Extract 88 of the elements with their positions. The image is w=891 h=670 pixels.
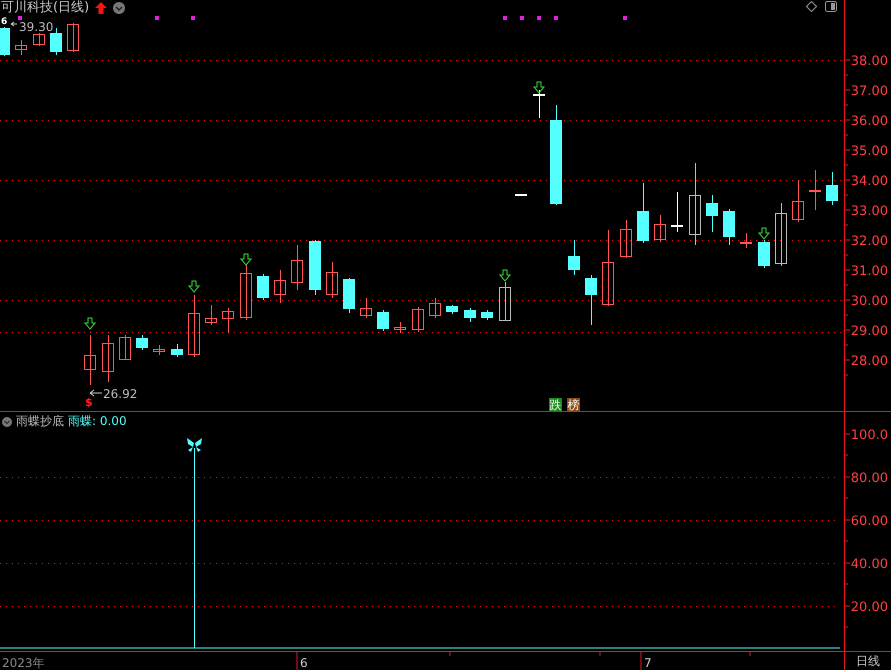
candlestick	[188, 294, 200, 358]
price-axis-label: 32.00	[850, 234, 888, 249]
candlestick	[205, 304, 217, 326]
candlestick	[568, 240, 580, 276]
candlestick	[394, 322, 406, 334]
candlestick	[637, 182, 649, 244]
date-axis-label: 2023年	[2, 656, 45, 670]
butterfly-icon	[187, 438, 202, 452]
candlestick	[33, 32, 45, 46]
candlestick	[671, 192, 683, 232]
indicator-axis-label: 20.00	[850, 600, 888, 615]
candlestick	[654, 214, 666, 242]
tag-label: 跌	[549, 398, 562, 412]
down-arrow-icon	[532, 82, 546, 94]
candlestick	[136, 334, 148, 350]
date-axis-label: 6	[300, 656, 308, 670]
price-axis-label: 34.00	[850, 174, 888, 189]
price-axis-label: 31.00	[850, 264, 888, 279]
price-axis-label: 30.00	[850, 294, 888, 309]
candlestick	[412, 306, 424, 332]
tag-label: 榜	[567, 398, 580, 412]
left-arrow-icon	[10, 22, 18, 26]
candlestick	[515, 194, 527, 196]
candlestick	[0, 26, 10, 56]
candlestick	[499, 282, 511, 322]
candlestick	[826, 172, 838, 206]
candlestick	[792, 180, 804, 222]
candlestick	[171, 344, 183, 358]
price-axis-label: 38.00	[850, 54, 888, 69]
price-axis-label: 29.00	[850, 324, 888, 339]
candlestick	[291, 244, 303, 290]
price-axis-label: 35.00	[850, 144, 888, 159]
price-axis-label: 36.00	[850, 114, 888, 129]
candlestick	[377, 310, 389, 332]
price-axis-label: 33.00	[850, 204, 888, 219]
candlestick	[481, 310, 493, 320]
candlestick	[775, 202, 787, 266]
down-arrow-icon	[84, 318, 96, 330]
indicator-axis-label: 60.00	[850, 514, 888, 529]
candlestick	[84, 334, 96, 386]
candlestick	[309, 240, 321, 296]
dropdown-icon[interactable]	[113, 2, 126, 14]
signal-mark: $	[85, 396, 93, 409]
low-price-label: 26.92	[103, 387, 138, 401]
candlestick	[446, 304, 458, 314]
candlestick	[257, 274, 269, 300]
marker-label: 6	[1, 17, 8, 27]
indicator-name: 雨蝶抄底	[16, 413, 64, 430]
candlestick	[464, 308, 476, 322]
candlestick	[740, 232, 752, 248]
candlestick	[758, 240, 770, 268]
down-arrow-icon	[758, 228, 770, 240]
down-arrow-icon	[498, 270, 512, 282]
indicator-reading: 雨蝶: 0.00	[68, 413, 127, 430]
down-arrow-icon	[188, 280, 200, 293]
candlestick	[274, 270, 286, 304]
candlestick	[343, 278, 355, 314]
candlestick	[585, 274, 597, 326]
panel-toggle-icon[interactable]	[825, 1, 837, 12]
candlestick	[723, 208, 735, 246]
diamond-icon[interactable]	[806, 1, 817, 12]
candlestick	[67, 22, 79, 52]
candlestick	[706, 194, 718, 232]
candlestick	[119, 334, 131, 360]
candlestick	[153, 344, 165, 356]
stock-title: 可川科技(日线)	[1, 0, 90, 16]
indicator-axis-label: 40.00	[850, 557, 888, 572]
high-price-label: 39.30	[19, 20, 54, 34]
candlestick	[533, 90, 545, 118]
candlestick	[240, 264, 252, 320]
candlestick	[326, 262, 338, 298]
candlestick	[15, 40, 27, 56]
candlestick	[222, 308, 234, 334]
candlestick	[429, 298, 441, 318]
up-arrow-icon	[95, 2, 108, 14]
candlestick	[360, 298, 372, 318]
left-arrow-icon	[90, 390, 102, 396]
price-axis-label: 37.00	[850, 84, 888, 99]
indicator-axis-label: 80.00	[850, 471, 888, 486]
dropdown-icon[interactable]	[2, 416, 12, 426]
indicator-axis-label: 100.0	[850, 428, 888, 443]
candlestick	[809, 170, 821, 210]
price-axis-label: 28.00	[850, 354, 888, 369]
candlestick	[102, 334, 114, 382]
down-arrow-icon	[240, 254, 252, 266]
date-axis-label: 7	[644, 656, 652, 670]
period-label[interactable]: 日线	[844, 652, 891, 670]
candlestick	[620, 220, 632, 258]
